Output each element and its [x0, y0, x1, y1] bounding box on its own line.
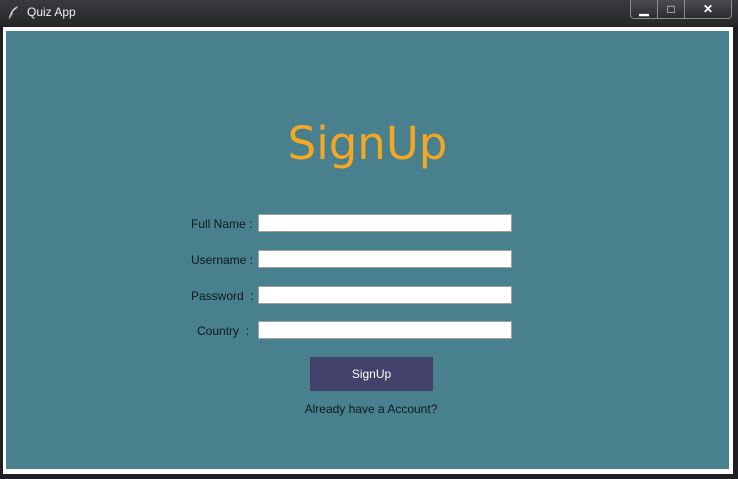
feather-icon [7, 5, 21, 20]
full-name-field[interactable] [258, 214, 512, 232]
page-title: SignUp [287, 117, 448, 170]
window-titlebar[interactable]: Quiz App ▁ □ ✕ [0, 0, 738, 26]
password-field[interactable] [258, 286, 512, 304]
minimize-button[interactable]: ▁ [630, 0, 658, 19]
minimize-icon: ▁ [639, 2, 649, 16]
window-title: Quiz App [27, 5, 76, 19]
country-field[interactable] [258, 321, 512, 339]
username-label: Username : [191, 253, 254, 267]
maximize-icon: □ [667, 2, 675, 16]
username-field[interactable] [258, 250, 512, 268]
signup-button[interactable]: SignUp [310, 357, 433, 391]
signup-panel: SignUp Full Name : Username : Password :… [6, 31, 729, 469]
window-controls: ▁ □ ✕ [630, 0, 732, 20]
country-label: Country : [197, 324, 250, 338]
password-label: Password : [191, 289, 254, 303]
full-name-label: Full Name : [191, 217, 253, 231]
login-link[interactable]: Already have a Account? [6, 402, 736, 416]
maximize-button[interactable]: □ [658, 0, 685, 19]
close-icon: ✕ [702, 2, 714, 16]
close-button[interactable]: ✕ [685, 0, 732, 19]
